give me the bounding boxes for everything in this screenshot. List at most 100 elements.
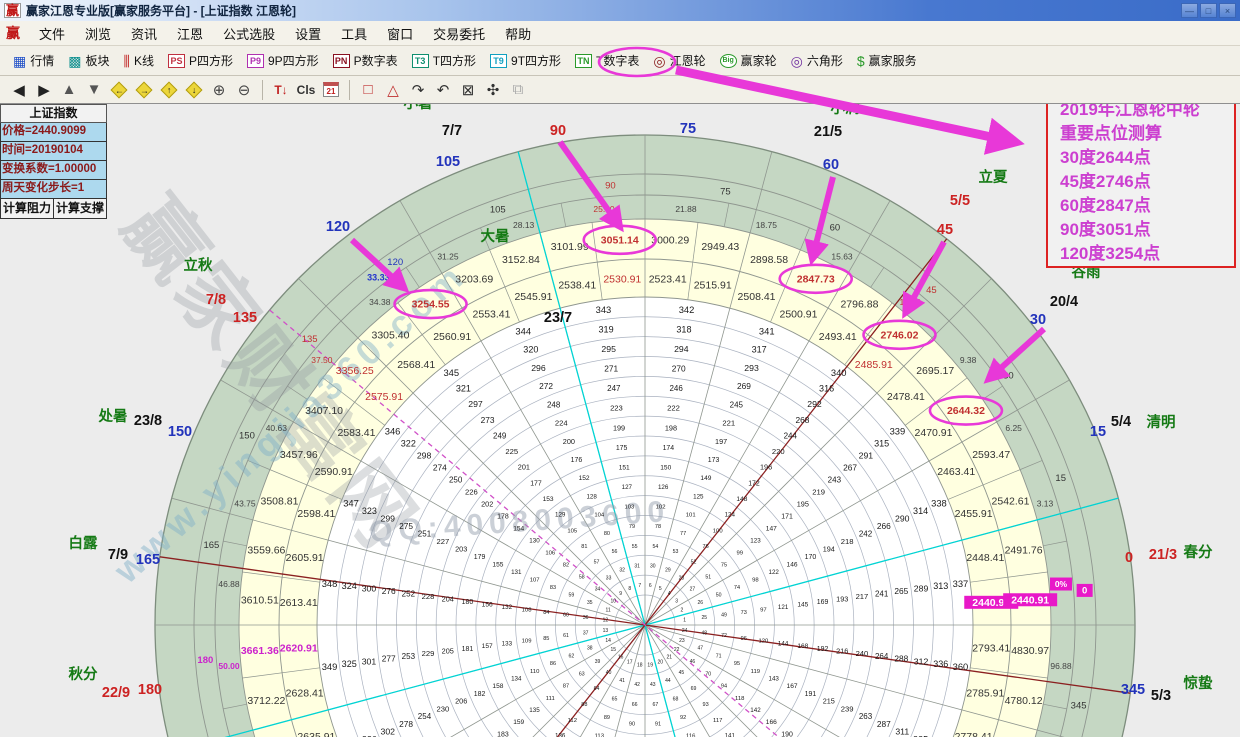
menu-app-icon: 赢	[6, 23, 20, 43]
tool-board-tool[interactable]: ⧉	[507, 79, 529, 101]
toolbar-button-9t-square[interactable]: T99T四方形	[483, 49, 568, 73]
toolbar-label: T数字表	[596, 52, 639, 69]
main-toolbar: ▦ 行情 ▩ 板块 ⫼ K线 PS P四方形 P9 9P四方形 PN P数字表 T3 T四方形 T99T四方…	[0, 46, 1240, 76]
panel-field-3: 周天变化步长=1	[0, 180, 107, 199]
panel-field-0: 价格=2440.9099	[0, 123, 107, 142]
table-icon: ▦	[13, 54, 26, 68]
tool-rect-tool[interactable]: □	[357, 79, 379, 101]
toolbar-label: 赢家服务	[869, 52, 917, 69]
tool-zoom-in[interactable]: ⊕	[208, 79, 230, 101]
toolbar-button-quotes[interactable]: ▦ 行情	[6, 49, 61, 73]
toolbar-button-t-square[interactable]: T3 T四方形	[405, 49, 483, 73]
toolbar-button-p-number-table[interactable]: PN P数字表	[326, 49, 405, 73]
toolbar-label: 江恩轮	[670, 52, 706, 69]
toolbar-label: K线	[134, 52, 154, 69]
button-计算支撑[interactable]: 计算支撑	[54, 199, 107, 219]
toolbar-label: T四方形	[433, 52, 476, 69]
tool-shift-down[interactable]: ↓	[183, 79, 205, 101]
tool-calendar[interactable]: 21	[320, 79, 342, 101]
toolbar-button-hexagon[interactable]: ◎六角形	[784, 49, 850, 73]
menu-资讯[interactable]: 资讯	[122, 22, 166, 45]
big-icon: Big	[720, 54, 737, 68]
toolbar-label: 六角形	[807, 52, 843, 69]
tool-t-arrow[interactable]: T↓	[270, 79, 292, 101]
menu-浏览[interactable]: 浏览	[76, 22, 120, 45]
annotation-line-4: 60度2847点	[1060, 194, 1234, 218]
menu-公式选股[interactable]: 公式选股	[214, 22, 284, 45]
window-title: 赢家江恩专业版[赢家服务平台] - [上证指数 江恩轮]	[26, 2, 296, 19]
ps-icon: PS	[168, 54, 185, 68]
window-controls: —□×	[1181, 3, 1236, 18]
tool-zoom-out[interactable]: ⊖	[233, 79, 255, 101]
pn-icon: PN	[333, 54, 350, 68]
tool-rotate-cw[interactable]: ↶	[432, 79, 454, 101]
tool-shift-up[interactable]: ↑	[158, 79, 180, 101]
close-button[interactable]: ×	[1219, 3, 1236, 18]
annotation-line-3: 45度2746点	[1060, 170, 1234, 194]
tool-page-left[interactable]: ◀	[8, 79, 30, 101]
tool-triangle-tool[interactable]: △	[382, 79, 404, 101]
dollar-icon: $	[857, 54, 865, 68]
tool-page-right[interactable]: ▶	[33, 79, 55, 101]
instrument-name: 上证指数	[0, 104, 107, 123]
panel-field-2: 变换系数=1.00000	[0, 161, 107, 180]
menu-江恩[interactable]: 江恩	[168, 22, 212, 45]
t9-icon: T9	[490, 54, 507, 68]
tool-center-tool[interactable]: ✣	[482, 79, 504, 101]
toolbar-separator	[349, 80, 350, 100]
annotation-line-5: 90度3051点	[1060, 218, 1234, 242]
shift-right-icon: →	[136, 81, 153, 98]
menu-bar: 赢 文件浏览资讯江恩公式选股设置工具窗口交易委托帮助	[0, 21, 1240, 46]
app-icon: 赢	[4, 3, 21, 18]
toolbar-button-p-square[interactable]: PS P四方形	[161, 49, 240, 73]
menu-窗口[interactable]: 窗口	[378, 22, 422, 45]
annotation-line-2: 30度2644点	[1060, 146, 1234, 170]
tool-shift-right[interactable]: →	[133, 79, 155, 101]
toolbar-button-winner-service[interactable]: $ 赢家服务	[850, 49, 924, 73]
tool-rotate-ccw[interactable]: ↷	[407, 79, 429, 101]
toolbar-button-sectors[interactable]: ▩ 板块	[61, 49, 116, 73]
toolbar-label: 9P四方形	[268, 52, 319, 69]
toolbar-button-t-number-table[interactable]: TN T数字表	[568, 49, 646, 73]
tool-page-down[interactable]: ▼	[83, 79, 105, 101]
key-levels-annotation-box: 2019年江恩轮中轮重要点位测算30度2644点45度2746点60度2847点…	[1046, 88, 1236, 268]
tool-shift-left[interactable]: ←	[108, 79, 130, 101]
toolbar-label: 行情	[30, 52, 54, 69]
candles-icon: ⫼	[124, 54, 130, 68]
t3-icon: T3	[412, 54, 429, 68]
toolbar-button-gann-wheel[interactable]: ◎ 江恩轮	[646, 49, 712, 73]
wheel-icon: ◎	[653, 54, 665, 68]
drawing-toolbar: ◀▶▲▼ ← → ↑ ↓ ⊕⊖ T↓Cls 21 □△↷↶⊠✣⧉	[0, 76, 1240, 104]
toolbar-button-winner-wheel[interactable]: Big 赢家轮	[713, 49, 784, 73]
menu-文件[interactable]: 文件	[30, 22, 74, 45]
maximize-button[interactable]: □	[1200, 3, 1217, 18]
menu-交易委托[interactable]: 交易委托	[424, 22, 494, 45]
button-计算阻力[interactable]: 计算阻力	[0, 199, 54, 219]
tool-page-up[interactable]: ▲	[58, 79, 80, 101]
shift-up-icon: ↑	[161, 81, 178, 98]
toolbar-button-9p-square[interactable]: P9 9P四方形	[240, 49, 326, 73]
toolbar-label: 赢家轮	[741, 52, 777, 69]
annotation-line-1: 重要点位测算	[1060, 122, 1234, 146]
info-panel: 上证指数 价格=2440.9099时间=20190104变换系数=1.00000…	[0, 104, 107, 219]
tool-marquee-tool[interactable]: ⊠	[457, 79, 479, 101]
menu-设置[interactable]: 设置	[286, 22, 330, 45]
toolbar-label: 板块	[85, 52, 109, 69]
toolbar-label: P数字表	[354, 52, 398, 69]
shift-left-icon: ←	[111, 81, 128, 98]
tn-icon: TN	[575, 54, 592, 68]
p9-icon: P9	[247, 54, 264, 68]
toolbar-separator	[262, 80, 263, 100]
menu-工具[interactable]: 工具	[332, 22, 376, 45]
annotation-line-6: 120度3254点	[1060, 242, 1234, 266]
blocks-icon: ▩	[68, 54, 81, 68]
toolbar-label: P四方形	[189, 52, 233, 69]
shift-down-icon: ↓	[186, 81, 203, 98]
calendar-icon: 21	[323, 82, 339, 97]
title-bar: 赢 赢家江恩专业版[赢家服务平台] - [上证指数 江恩轮] —□×	[0, 0, 1240, 21]
toolbar-button-kline[interactable]: ⫼ K线	[117, 49, 161, 73]
panel-field-1: 时间=20190104	[0, 142, 107, 161]
tool-cls[interactable]: Cls	[295, 79, 317, 101]
menu-帮助[interactable]: 帮助	[496, 22, 540, 45]
minimize-button[interactable]: —	[1181, 3, 1198, 18]
